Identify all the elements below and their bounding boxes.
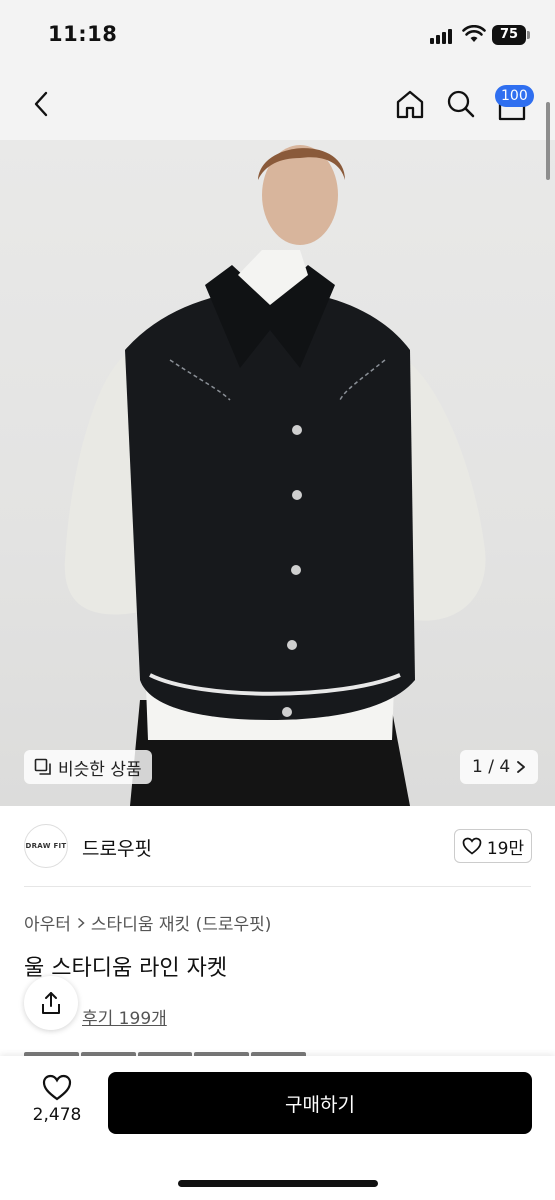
cellular-signal-icon (430, 28, 454, 44)
stack-icon (34, 758, 51, 775)
breadcrumb: 아우터 스타디움 재킷 (드로우핏) (24, 910, 271, 935)
image-counter: 1 / 4 (472, 757, 511, 777)
search-button[interactable] (443, 86, 479, 122)
wishlist-button[interactable]: 2,478 (28, 1074, 86, 1134)
share-button[interactable] (24, 976, 78, 1030)
divider (24, 886, 531, 887)
home-indicator (178, 1180, 378, 1187)
status-time: 11:18 (48, 22, 118, 46)
buy-button-label: 구매하기 (285, 1093, 355, 1116)
similar-products-label: 비슷한 상품 (58, 759, 142, 780)
wifi-icon (462, 25, 486, 42)
search-icon (447, 90, 475, 118)
cart-count-badge: 100 (495, 85, 534, 107)
review-count-link[interactable]: 후기 199개 (82, 1004, 167, 1029)
buy-button[interactable]: 구매하기 (108, 1072, 532, 1134)
brand-like-count: 19만 (486, 838, 525, 859)
battery-icon: 75 (492, 25, 526, 45)
share-icon (42, 992, 60, 1014)
brand-logo-text: DRAW FIT (25, 842, 67, 850)
home-icon (396, 90, 424, 119)
wishlist-count: 2,478 (32, 1105, 82, 1125)
model-illustration (64, 145, 486, 806)
chevron-left-icon (34, 91, 48, 117)
heart-icon (42, 1074, 72, 1101)
heart-icon (462, 837, 482, 855)
chevron-right-icon (77, 917, 85, 928)
chevron-right-icon (517, 761, 526, 773)
battery-tip (527, 31, 530, 39)
status-bar: 11:18 75 (0, 0, 555, 68)
product-image[interactable] (0, 140, 555, 806)
similar-products-button[interactable]: 비슷한 상품 (24, 750, 152, 784)
brand-name[interactable]: 드로우핏 (82, 834, 152, 861)
page-scrollbar[interactable] (546, 102, 550, 180)
brand-logo[interactable]: DRAW FIT (24, 824, 68, 868)
back-button[interactable] (24, 86, 58, 122)
image-counter-button[interactable]: 1 / 4 (460, 750, 539, 784)
breadcrumb-subcategory[interactable]: 스타디움 재킷 (드로우핏) (91, 910, 271, 935)
brand-like-button[interactable]: 19만 (454, 829, 532, 863)
breadcrumb-category[interactable]: 아우터 (24, 910, 71, 935)
home-button[interactable] (392, 86, 428, 122)
